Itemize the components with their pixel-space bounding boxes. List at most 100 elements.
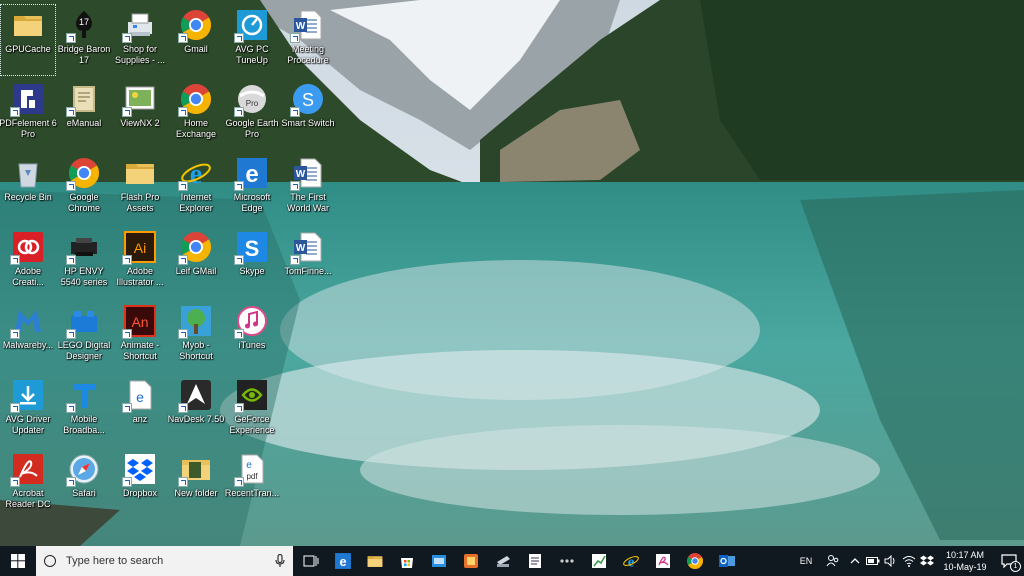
desktop-icon-label: Recycle Bin [4,192,52,202]
shortcut-arrow-icon [122,329,132,339]
svg-text:W: W [296,21,306,32]
icon-microsoft-edge[interactable]: e Microsoft Edge [224,152,280,224]
icon-hp-envy[interactable]: HP ENVY 5540 series [56,226,112,298]
icon-viewnx[interactable]: ViewNX 2 [112,78,168,150]
shortcut-arrow-icon [178,33,188,43]
smart-switch-icon: S [290,82,325,117]
shortcut-arrow-icon [290,33,300,43]
taskbar-task-view[interactable] [295,546,327,576]
shortcut-arrow-icon [66,255,76,265]
safari-icon [66,452,101,487]
taskbar-app-orange[interactable] [455,546,487,576]
taskbar-file-explorer[interactable] [359,546,391,576]
action-center-button[interactable]: 1 [994,546,1024,576]
taskbar-edge[interactable]: e [327,546,359,576]
icon-acrobat[interactable]: Acrobat Reader DC [0,448,56,520]
icon-google-earth[interactable]: Pro Google Earth Pro [224,78,280,150]
icon-pdfelement[interactable]: PDFelement 6 Pro [0,78,57,150]
folder-icon [367,556,383,567]
shortcut-arrow-icon [66,403,76,413]
icon-gmail[interactable]: Gmail [168,4,224,76]
icon-navdesk[interactable]: NavDesk 7.50 [168,374,224,446]
icon-illustrator[interactable]: Ai Adobe Illustrator ... [112,226,168,298]
navdesk-icon [178,378,213,413]
taskbar-chart-app[interactable] [583,546,615,576]
taskbar-notepad[interactable] [519,546,551,576]
icon-geforce[interactable]: GeForce Experience [224,374,280,446]
desktop-icon-label: iTunes [238,340,266,350]
svg-text:S: S [302,90,314,110]
shortcut-arrow-icon [290,255,300,265]
taskbar-store[interactable] [391,546,423,576]
icon-adobe-creative[interactable]: Adobe Creati... [0,226,56,298]
icon-flash-pro[interactable]: Flash Pro Assets [112,152,168,224]
language-indicator[interactable]: EN [792,546,820,576]
shortcut-arrow-icon [10,107,20,117]
icon-malwarebytes[interactable]: Malwareby... [0,300,56,372]
icon-leif-gmail[interactable]: Leif GMail [168,226,224,298]
icon-mobile-broadband[interactable]: Mobile Broadba... [56,374,112,446]
icon-dropbox[interactable]: Dropbox [112,448,168,520]
shortcut-arrow-icon [66,181,76,191]
icon-lego[interactable]: LEGO Digital Designer [56,300,112,372]
chevron-up-icon[interactable] [846,546,864,576]
icon-avg-driver[interactable]: AVG Driver Updater [0,374,56,446]
icon-home-exchange[interactable]: Home Exchange [168,78,224,150]
shortcut-arrow-icon [234,107,244,117]
desktop-icon-label: Shop for Supplies - ... [114,44,166,65]
icon-shop-supplies[interactable]: Shop for Supplies - ... [112,4,168,76]
icon-tomfinne[interactable]: W TomFinne... [280,226,336,298]
icon-emanual[interactable]: eManual [56,78,112,150]
clock-date: 10-May-19 [943,562,987,572]
viewnx-icon [122,82,157,117]
dropbox-tray-icon[interactable] [918,546,936,576]
svg-text:e: e [339,555,346,569]
taskbar-app-blue[interactable] [423,546,455,576]
icon-recycle-bin[interactable]: Recycle Bin [0,152,56,224]
shortcut-arrow-icon [10,477,20,487]
taskbar-ie[interactable]: e [615,546,647,576]
svg-text:W: W [296,243,306,254]
icon-animate[interactable]: An Animate - Shortcut [112,300,168,372]
wifi-icon[interactable] [900,546,918,576]
search-box[interactable]: Type here to search [36,546,293,576]
battery-icon[interactable] [864,546,882,576]
illustrator-icon: Ai [122,230,157,265]
icon-gpucache[interactable]: GPUCache [0,4,56,76]
taskbar-scanner[interactable] [487,546,519,576]
icon-bridge-baron[interactable]: 17 Bridge Baron 17 [56,4,112,76]
icon-recent-tran[interactable]: e pdf RecentTran... [224,448,280,520]
volume-icon[interactable] [882,546,900,576]
shortcut-arrow-icon [122,33,132,43]
icon-google-chrome[interactable]: Google Chrome [56,152,112,224]
icon-smart-switch[interactable]: S Smart Switch [280,78,336,150]
icon-myob[interactable]: Myob - Shortcut [168,300,224,372]
taskbar-chrome[interactable] [679,546,711,576]
svg-text:e: e [190,159,202,190]
adobe-cc-icon [10,230,45,265]
icon-new-folder[interactable]: New folder [168,448,224,520]
svg-text:Ai: Ai [134,240,146,256]
notepad-icon [529,554,541,568]
icon-anz[interactable]: e anz [112,374,168,446]
icon-skype[interactable]: S Skype [224,226,280,298]
clock[interactable]: 10:17 AM 10-May-19 [940,549,990,573]
taskbar-pdf-app[interactable] [647,546,679,576]
icon-first-world-war[interactable]: W The First World War [280,152,336,224]
icon-safari[interactable]: Safari [56,448,112,520]
desktop-icon-label: ViewNX 2 [120,118,160,128]
shortcut-arrow-icon [234,403,244,413]
start-button[interactable] [0,546,36,576]
shortcut-arrow-icon [122,255,132,265]
icon-meeting-procedure[interactable]: W Meeting Procedure [280,4,336,76]
taskbar-outlook[interactable] [711,546,743,576]
icon-internet-explorer[interactable]: e Internet Explorer [168,152,224,224]
icon-avg-tuneup[interactable]: AVG PC TuneUp [224,4,280,76]
microphone-icon[interactable] [275,554,285,568]
acrobat-icon [10,452,45,487]
shortcut-arrow-icon [178,107,188,117]
icon-itunes[interactable]: iTunes [224,300,280,372]
people-icon[interactable] [820,546,846,576]
google-earth-icon: Pro [234,82,269,117]
taskbar-dots[interactable] [551,546,583,576]
